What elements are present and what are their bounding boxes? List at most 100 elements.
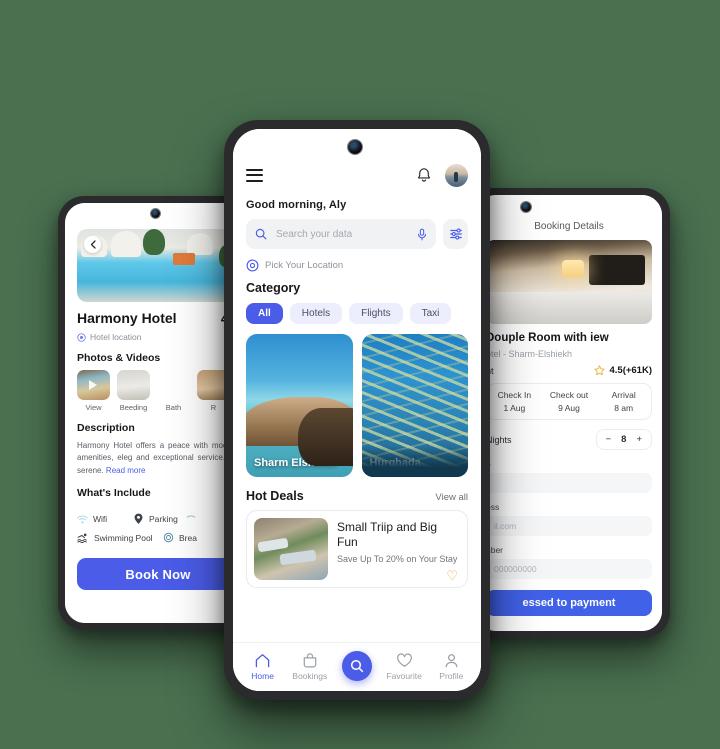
mockup-stage: Harmony Hotel 4.5 Hotel location Photos … [0,0,720,749]
phone-right-screen: Booking Details Douple Room with iew ote… [476,195,662,631]
phone-center: Good morning, Aly Search your data Pick … [224,120,490,700]
description-text: Harmony Hotel offers a peace with modern… [77,440,239,477]
deal-subtitle: Save Up To 20% on Your Stay [337,554,458,565]
description-title: Description [77,422,135,434]
nights-row: Nights − 8 + [486,429,652,451]
thumbnail-caption: View [85,403,102,412]
nav-item-profile[interactable]: Profile [428,653,474,681]
back-button[interactable] [84,236,101,253]
nights-value: 8 [621,434,627,446]
amenity-label: Parking [149,514,178,525]
pick-location-row[interactable]: Pick Your Location [246,259,468,272]
date-cell-checkout: Check out 9 Aug [542,390,597,413]
amenity-swimming-pool: Swimming Pool [77,533,163,543]
amenity-wifi: Wifi [77,514,133,524]
whats-include-title: What's Include [77,487,151,500]
hotel-location-label: Hotel location [90,332,142,342]
wifi-icon [77,515,88,523]
avatar[interactable] [445,163,468,187]
date-key: Arrival [611,390,636,401]
field-input-name[interactable] [486,473,652,494]
phone-center-screen: Good morning, Aly Search your data Pick … [233,129,481,691]
category-chip-hotels[interactable]: Hotels [289,303,343,324]
thumbnail-caption: Bath [165,403,182,412]
room-name: Douple Room with iew [486,332,609,344]
thumbnail-item[interactable]: View [77,370,110,412]
thumbnail-item[interactable]: Bath [157,370,190,412]
field-input-email[interactable]: il.com [486,516,652,537]
greeting-text: Good morning, Aly [246,199,347,211]
view-all-link[interactable]: View all [435,492,468,503]
pick-location-label: Pick Your Location [265,260,344,271]
date-summary-box[interactable]: Check In 1 Aug Check out 9 Aug Arrival 8… [486,383,652,421]
date-cell-checkin: Check In 1 Aug [487,390,542,413]
hot-deals-title: Hot Deals [246,489,304,503]
hotel-name: Harmony Hotel [77,310,177,326]
heart-icon [396,653,412,667]
field-input-number[interactable]: 000000000 [486,559,652,580]
book-now-button[interactable]: Book Now [77,558,239,591]
filter-sliders-icon [449,228,462,240]
deal-title: Small Triip and Big Fun [337,520,438,549]
amenity-parking: Parking [133,513,178,525]
minus-icon[interactable]: − [606,434,612,445]
nav-item-favourite[interactable]: Favourite [381,653,427,681]
destination-card-sharm[interactable]: Sharm Elsheikh [246,334,353,477]
field-label-email: ess [486,502,500,513]
hamburger-menu-icon[interactable] [246,168,263,182]
date-cell-arrival: Arrival 8 am [596,390,651,413]
thumbnail-image [77,370,110,400]
amenity-label: Wifi [93,514,108,525]
hot-deal-card[interactable]: Small Triip and Big Fun Save Up To 20% o… [246,510,468,588]
location-pin-icon [77,332,86,342]
plus-icon[interactable]: + [636,434,642,445]
hotel-hero-image [77,229,239,302]
parking-pin-icon [134,513,143,525]
photo-thumbnails: View Beeding Bath R [77,370,239,412]
field-label-name: e [486,459,652,469]
search-fab-button[interactable] [341,650,372,681]
date-value: 9 Aug [558,403,580,414]
bed [486,292,652,324]
swimming-icon [77,533,87,543]
camera-dot [521,202,531,212]
field-label-number: nber [486,545,504,556]
thumbnail-caption: Beeding [119,403,148,412]
location-pin-icon [246,259,259,272]
proceed-to-payment-button[interactable]: essed to payment [486,590,652,617]
search-row [246,219,468,249]
nights-stepper[interactable]: − 8 + [595,429,652,451]
bookmark-icon[interactable]: ♡ [446,568,458,584]
room-image [486,240,652,324]
destination-cards: Sharm Elsheikh Hurghada [246,334,468,477]
notification-bell-icon[interactable] [416,167,432,184]
microphone-icon[interactable] [417,228,427,241]
destination-name: Hurghada [369,457,421,469]
destination-card-hurghada[interactable]: Hurghada [361,334,468,477]
search-input[interactable] [274,227,410,241]
category-chip-flights[interactable]: Flights [349,303,403,324]
phone-right: Booking Details Douple Room with iew ote… [468,188,670,638]
thumbnail-image [157,370,190,400]
search-box[interactable] [246,219,436,249]
chevron-left-icon [90,240,96,249]
nav-label: Bookings [292,671,328,681]
amenities-list: Wifi Parking Swimming Pool Brea [77,513,239,550]
nav-item-bookings[interactable]: Bookings [287,653,333,681]
deal-image [254,518,328,580]
nav-item-home[interactable]: Home [240,653,286,681]
camera-dot [348,140,362,154]
thumbnail-item[interactable]: Beeding [117,370,150,412]
room-rate-row: ht 4.5(+61K) [486,365,652,376]
photos-videos-title: Photos & Videos [77,352,161,364]
hotel-location-row: Hotel location [77,332,239,342]
home-icon [255,654,270,668]
breakfast-icon [163,532,174,543]
room-subtitle: otel - Sharm-Elshiekh [486,349,573,360]
nav-item-search-fab[interactable] [334,650,380,684]
filter-button[interactable] [443,219,468,249]
read-more-link[interactable]: Read more [106,466,146,475]
category-chip-taxi[interactable]: Taxi [409,303,452,324]
category-chip-all[interactable]: All [246,303,283,324]
booking-details-header: Booking Details [534,221,604,232]
